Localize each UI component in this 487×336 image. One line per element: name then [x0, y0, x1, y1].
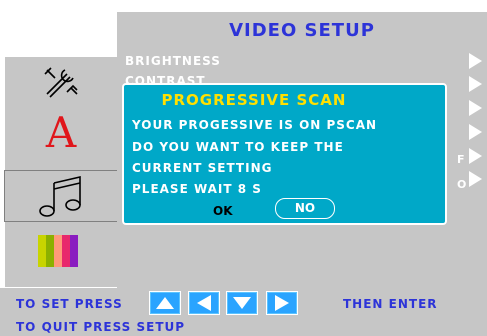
font-a-icon[interactable]: A: [5, 109, 117, 153]
set-instruction: TO SET PRESS: [16, 297, 123, 311]
menu-title: VIDEO SETUP: [229, 20, 375, 41]
dialog-line: DO YOU WANT TO KEEP THE: [132, 140, 344, 154]
right-arrow-icon[interactable]: [469, 171, 482, 187]
tools-icon[interactable]: [5, 60, 117, 104]
then-enter-instruction: THEN ENTER: [343, 297, 438, 311]
down-arrow-button[interactable]: [226, 291, 258, 315]
dialog-title: PROGRESSIVE SCAN: [161, 91, 347, 109]
color-bars-icon[interactable]: [5, 229, 117, 273]
music-note-icon[interactable]: [4, 170, 117, 222]
option-letter: O: [457, 178, 467, 191]
ok-button[interactable]: OK: [213, 204, 233, 218]
quit-instruction: TO QUIT PRESS SETUP: [16, 320, 186, 334]
sidebar: A: [4, 57, 117, 287]
menu-item-brightness[interactable]: BRIGHTNESS: [125, 54, 221, 68]
right-arrow-icon[interactable]: [469, 53, 482, 69]
right-arrow-icon[interactable]: [469, 100, 482, 116]
dialog-line: PLEASE WAIT 8 S: [132, 182, 262, 196]
left-arrow-button[interactable]: [188, 291, 220, 315]
right-arrow-icon[interactable]: [469, 76, 482, 92]
right-arrow-button[interactable]: [266, 291, 298, 315]
dialog-line: CURRENT SETTING: [132, 161, 273, 175]
svg-text:A: A: [45, 109, 77, 153]
no-button[interactable]: NO: [275, 198, 335, 219]
footer-bar: TO SET PRESS THEN ENTER TO QUIT PRESS SE…: [0, 288, 487, 336]
right-arrow-icon[interactable]: [469, 148, 482, 164]
progressive-scan-dialog: PROGRESSIVE SCAN YOUR PROGESSIVE IS ON P…: [122, 83, 447, 225]
right-arrow-icon[interactable]: [469, 124, 482, 140]
option-letter: F: [457, 153, 465, 166]
up-arrow-button[interactable]: [149, 291, 181, 315]
dialog-line: YOUR PROGESSIVE IS ON PSCAN: [132, 118, 378, 132]
